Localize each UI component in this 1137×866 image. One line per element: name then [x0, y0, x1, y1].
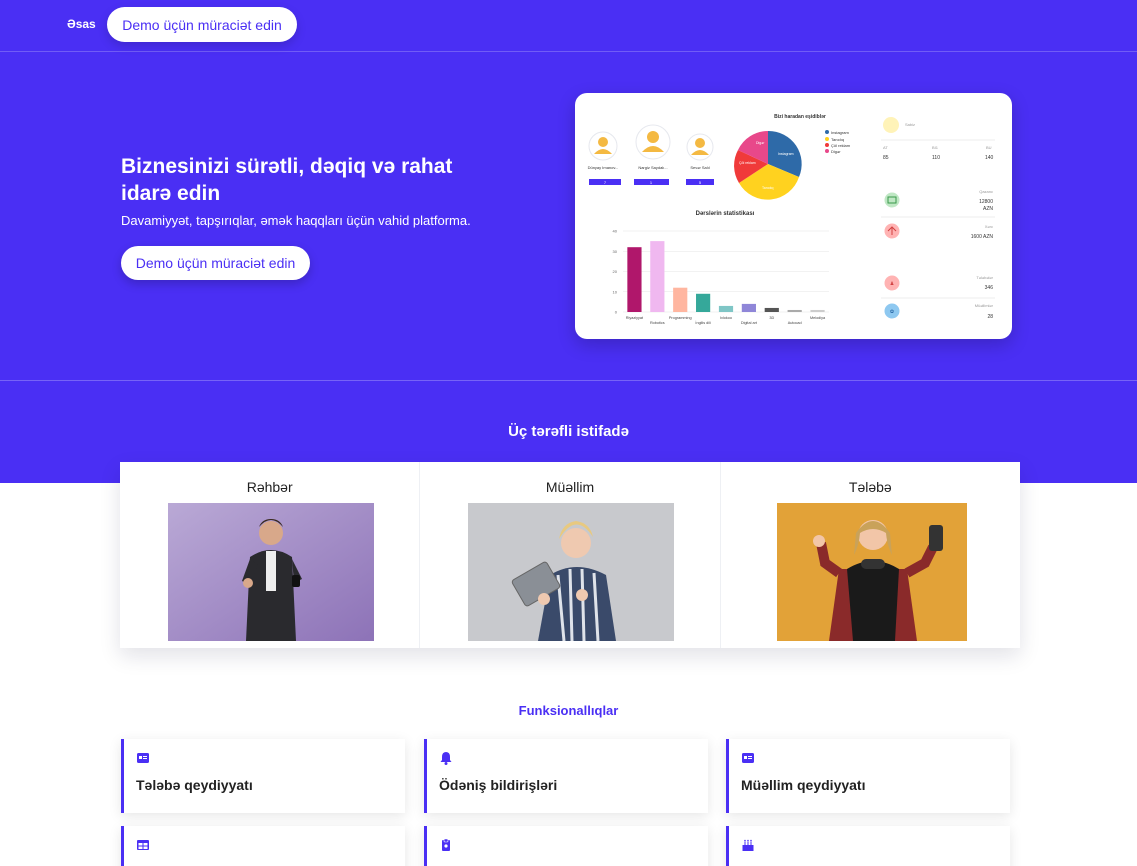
- role-card-manager: Rəhbər: [120, 462, 421, 648]
- hero-title: Biznesinizi sürətli, dəqiq və rahat idar…: [121, 155, 453, 205]
- features-title: Funksionallıqlar: [518, 703, 619, 718]
- feature-card-birthdays[interactable]: [726, 826, 1010, 866]
- students-value: 346: [985, 285, 994, 291]
- stats-label: Sabiz: [905, 122, 915, 127]
- y-tick-label: 30: [613, 249, 618, 254]
- svg-text:Qazanc: Qazanc: [979, 189, 993, 194]
- bar: [810, 309, 825, 312]
- clipboard-icon: [442, 838, 450, 851]
- pie-label: Tanıdıq: [762, 186, 774, 190]
- feature-label: Tələbə qeydiyyatı: [136, 777, 253, 793]
- svg-text:BI1: BI1: [932, 145, 939, 150]
- feature-card-payment-notifications[interactable]: Ödəniş bildirişləri: [424, 739, 708, 813]
- role-title: Müəllim: [545, 479, 595, 495]
- teachers-value: 28: [987, 314, 993, 320]
- student-name: Sevər Salıl: [690, 165, 709, 170]
- stats-icon: [883, 117, 899, 133]
- svg-text:Tələbələr: Tələbələr: [976, 275, 993, 280]
- pie-legend: Instagram Tanıdıq Çöl reklam Digər: [825, 130, 851, 154]
- role-title: Rəhbər: [246, 479, 293, 495]
- x-tick-label: Digital art: [741, 321, 758, 325]
- feature-card-tasks[interactable]: [424, 826, 708, 866]
- bar: [673, 287, 688, 312]
- hero-subtitle: Davamiyyət, tapşırıqlar, əmək haqqları ü…: [121, 213, 471, 228]
- teacher-photo: [468, 503, 675, 641]
- hero-demo-button[interactable]: Demo üçün müraciət edin: [121, 246, 310, 280]
- user-avatar-icon: [695, 138, 705, 148]
- student-name: Dünyay Imanov...: [588, 165, 619, 170]
- bar: [627, 247, 642, 312]
- student-photo: [776, 503, 967, 641]
- x-tick-label: Autocad: [788, 321, 802, 325]
- manager-photo: [168, 503, 374, 641]
- income-unit: AZN: [983, 206, 993, 212]
- user-avatar-icon: [598, 137, 608, 147]
- x-tick-label: Programming: [669, 316, 692, 320]
- pie-label: Instagram: [778, 152, 794, 156]
- id-card-icon: [742, 753, 754, 763]
- bar: [718, 305, 734, 312]
- pie-label: Digər: [756, 141, 765, 145]
- feature-card-schedule[interactable]: [121, 826, 405, 866]
- svg-text:AT: AT: [883, 145, 888, 150]
- roles-title: Üç tərəfli istifadə: [508, 423, 629, 440]
- bar: [741, 303, 756, 312]
- svg-text:Digər: Digər: [831, 149, 841, 154]
- bar: [764, 307, 779, 312]
- y-tick-label: 20: [613, 269, 618, 274]
- svg-text:Tanıdıq: Tanıdıq: [831, 137, 844, 142]
- bar-chart-title: Dərslərin statistikası: [696, 211, 755, 217]
- nav-demo-button[interactable]: Demo üçün müraciət edin: [107, 7, 297, 42]
- stat-value: 85: [883, 155, 889, 161]
- x-tick-label: Ixlokoo: [720, 316, 732, 320]
- dashboard-preview: Dünyay Imanov... 7 Nargiz Saydalı... 1 S…: [575, 93, 1012, 339]
- bell-icon: [440, 752, 452, 765]
- feature-label: Ödəniş bildirişləri: [439, 777, 558, 793]
- bar: [696, 293, 711, 312]
- bar: [650, 241, 665, 312]
- x-tick-label: Robotics: [650, 321, 665, 325]
- pie-title: Bizi haradan eşidiblər: [774, 114, 826, 120]
- bar: [787, 309, 802, 312]
- page: Əsas Demo üçün müraciət edin Biznesinizi…: [0, 0, 1137, 866]
- y-tick-label: 0: [615, 310, 618, 315]
- x-tick-label: İngilis dili: [695, 320, 711, 325]
- user-avatar-icon: [647, 131, 659, 143]
- source-pie-chart: Digər Instagram Çöl reklam Tanıdıq: [734, 130, 802, 200]
- y-tick-label: 10: [613, 289, 618, 294]
- role-title: Tələbə: [848, 479, 892, 495]
- svg-text:♟: ♟: [890, 281, 894, 287]
- pie-label: Çöl reklam: [739, 161, 756, 165]
- svg-text:Çöl reklam: Çöl reklam: [831, 143, 851, 148]
- x-tick-label: 3D: [769, 316, 774, 320]
- id-card-icon: [137, 753, 149, 763]
- top-students: Dünyay Imanov... 7 Nargiz Saydalı... 1 S…: [588, 124, 714, 185]
- x-tick-label: Melodiya: [810, 316, 826, 320]
- svg-text:Müəllimlər: Müəllimlər: [975, 303, 994, 308]
- svg-text:✿: ✿: [890, 309, 894, 315]
- expense-value: 1600 AZN: [971, 234, 994, 240]
- svg-text:BU: BU: [986, 145, 992, 150]
- svg-text:Xərc: Xərc: [985, 224, 993, 229]
- role-card-student: Tələbə: [720, 462, 1020, 648]
- role-card-teacher: Müəllim: [420, 462, 721, 648]
- svg-text:Instagram: Instagram: [831, 130, 849, 135]
- income-value: 12800: [979, 199, 993, 205]
- y-tick-label: 40: [613, 229, 618, 234]
- top-nav: Əsas Demo üçün müraciət edin: [0, 0, 1137, 52]
- lessons-bar-chart: 0 10 20 30 40 Riyaziyyat Robotics Programmingİn…: [613, 229, 829, 325]
- stat-value: 140: [985, 155, 994, 161]
- student-name: Nargiz Saydalı...: [638, 165, 667, 170]
- feature-card-student-registration[interactable]: Tələbə qeydiyyatı: [121, 739, 405, 813]
- cake-icon: [742, 839, 754, 851]
- section-divider: [0, 380, 1137, 381]
- feature-label: Müəllim qeydiyyatı: [741, 777, 866, 793]
- feature-card-teacher-registration[interactable]: Müəllim qeydiyyatı: [726, 739, 1010, 813]
- roles-panel: Rəhbər Müəllim Tələbə: [120, 462, 1020, 648]
- income-icon: [884, 192, 900, 208]
- nav-home-link[interactable]: Əsas: [67, 17, 96, 31]
- stat-value: 110: [932, 155, 940, 161]
- x-tick-label: Riyaziyyat: [626, 316, 644, 320]
- table-icon: [137, 840, 149, 850]
